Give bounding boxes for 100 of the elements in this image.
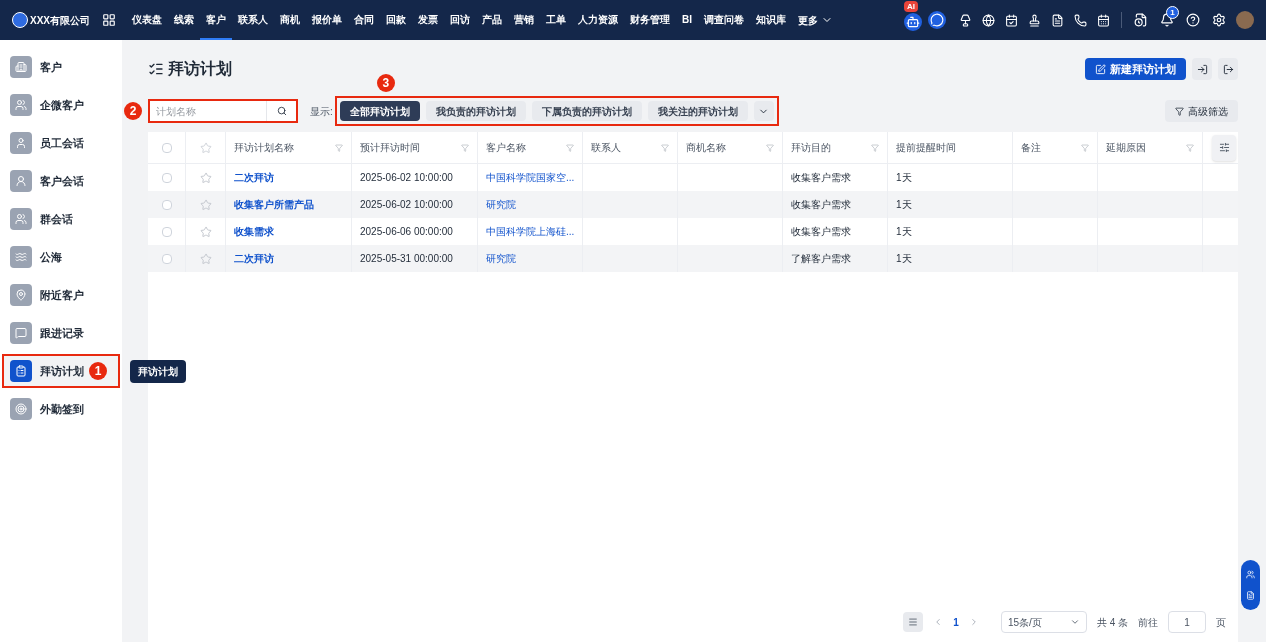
settings-icon[interactable] (1212, 13, 1226, 27)
target-icon (15, 403, 27, 415)
robot-icon[interactable] (904, 13, 922, 31)
column-settings-button[interactable] (1212, 134, 1236, 161)
calendar-icon[interactable] (1097, 13, 1110, 27)
user-avatar[interactable] (1236, 11, 1254, 29)
filter-tab[interactable]: 下属负责的拜访计划 (531, 101, 642, 121)
chevron-down-icon (1069, 617, 1080, 627)
row-checkbox[interactable] (161, 172, 172, 183)
table-cell-text: 收集客户需求 (791, 225, 851, 239)
nav-tab[interactable]: 回访 (444, 0, 476, 40)
nav-tab[interactable]: 营销 (508, 0, 540, 40)
sidebar-item[interactable]: 跟进记录 (4, 318, 118, 348)
nav-tab[interactable]: 人力资源 (572, 0, 624, 40)
nav-tab[interactable]: 发票 (412, 0, 444, 40)
new-plan-button[interactable]: 新建拜访计划 (1085, 58, 1186, 80)
sidebar-item[interactable]: 公海 (4, 242, 118, 272)
table-link[interactable]: 中国科学院上海硅... (486, 224, 575, 239)
people-icon (15, 99, 27, 111)
clipboard-icon (15, 365, 27, 377)
page-size-select[interactable]: 15条/页 (1000, 611, 1087, 633)
calendar-check-icon[interactable] (1005, 13, 1018, 27)
group-icon (15, 213, 27, 225)
list-icon (908, 617, 919, 627)
filter-tab[interactable]: 我关注的拜访计划 (647, 101, 748, 121)
waves-icon (15, 251, 27, 263)
row-checkbox[interactable] (161, 226, 172, 237)
export-button[interactable] (1218, 58, 1238, 80)
nav-tab[interactable]: 调查问卷 (698, 0, 750, 40)
notification-icon[interactable] (1160, 13, 1174, 27)
nav-tab[interactable]: 回款 (380, 0, 412, 40)
nav-tab[interactable]: 仪表盘 (126, 0, 168, 40)
table-cell-text: 2025-06-06 00:00:00 (360, 225, 453, 239)
sidebar-item[interactable]: 附近客户 (4, 280, 118, 310)
people-icon[interactable] (1246, 570, 1255, 579)
nav-tab[interactable]: 客户 (200, 0, 232, 40)
ai-badge: AI (904, 1, 918, 12)
nav-tab[interactable]: 线索 (168, 0, 200, 40)
note-icon[interactable] (1246, 591, 1255, 600)
help-icon[interactable] (1186, 13, 1200, 27)
sidebar-item[interactable]: 客户会话 (4, 166, 118, 196)
company-name: XXX有限公司 (30, 13, 90, 28)
sliders-icon (1218, 142, 1230, 153)
advanced-filter-button[interactable]: 高级筛选 (1165, 100, 1238, 122)
sidebar-item[interactable]: 群会话 (4, 204, 118, 234)
apps-grid-icon[interactable] (102, 13, 116, 27)
table-link[interactable]: 研究院 (486, 251, 516, 266)
table-cell-text: 2025-05-31 00:00:00 (360, 252, 453, 266)
nav-tab[interactable]: 产品 (476, 0, 508, 40)
filter-tab[interactable]: 全部拜访计划 (339, 101, 420, 121)
nav-tab[interactable]: 合同 (348, 0, 380, 40)
sidebar-item[interactable]: 员工会话 (4, 128, 118, 158)
import-icon (1196, 63, 1208, 75)
filter-tab[interactable]: 我负责的拜访计划 (425, 101, 526, 121)
document-icon[interactable] (1051, 13, 1064, 27)
table-link[interactable]: 收集需求 (234, 224, 274, 239)
goto-label: 前往 (1138, 615, 1158, 630)
select-all-checkbox[interactable] (161, 142, 172, 153)
nav-tab[interactable]: 财务管理 (624, 0, 676, 40)
row-checkbox[interactable] (161, 199, 172, 210)
goto-page-field[interactable]: 1 (1168, 611, 1206, 633)
table-link[interactable]: 收集客户所需产品 (234, 197, 314, 212)
lamp-icon[interactable] (959, 13, 972, 27)
export-icon (1222, 63, 1234, 75)
star-icon[interactable] (199, 252, 212, 265)
annotation-marker: 3 (376, 74, 395, 92)
chat-icon[interactable] (928, 11, 946, 29)
more-filters-button[interactable] (753, 101, 774, 121)
sidebar-item[interactable]: 外勤签到 (4, 394, 118, 424)
table-link[interactable]: 二次拜访 (234, 170, 274, 185)
row-checkbox[interactable] (161, 253, 172, 264)
globe-icon[interactable] (982, 13, 995, 27)
layout-toggle-button[interactable] (903, 612, 924, 632)
notification-count: 1 (1166, 6, 1179, 19)
table-cell-text: 1天 (896, 171, 912, 185)
sidebar-item[interactable]: 客户 (4, 52, 118, 82)
nav-tab[interactable]: 商机 (274, 0, 306, 40)
nav-tab[interactable]: 联系人 (232, 0, 274, 40)
page-number[interactable]: 1 (953, 614, 959, 630)
nav-tab[interactable]: BI (676, 0, 698, 40)
total-count: 共 4 条 (1096, 615, 1128, 630)
page-suffix: 页 (1216, 615, 1226, 630)
more-menu[interactable]: 更多 (792, 0, 839, 40)
star-icon[interactable] (199, 198, 212, 211)
nav-tab[interactable]: 工单 (540, 0, 572, 40)
edit-icon (1095, 63, 1106, 75)
table-link[interactable]: 中国科学院国家空... (486, 170, 575, 185)
stamp-icon[interactable] (1028, 13, 1041, 27)
star-icon[interactable] (199, 225, 212, 238)
nav-tab[interactable]: 报价单 (306, 0, 348, 40)
nav-tab[interactable]: 知识库 (750, 0, 792, 40)
sidebar-item[interactable]: 企微客户 (4, 90, 118, 120)
star-icon[interactable] (199, 171, 212, 184)
schedule-icon[interactable] (1134, 13, 1148, 27)
phone-icon[interactable] (1074, 13, 1087, 27)
table-link[interactable]: 研究院 (486, 197, 516, 212)
table-link[interactable]: 二次拜访 (234, 251, 274, 266)
import-button[interactable] (1192, 58, 1212, 80)
person-icon (15, 137, 27, 149)
table-cell-text: 1天 (896, 225, 912, 239)
